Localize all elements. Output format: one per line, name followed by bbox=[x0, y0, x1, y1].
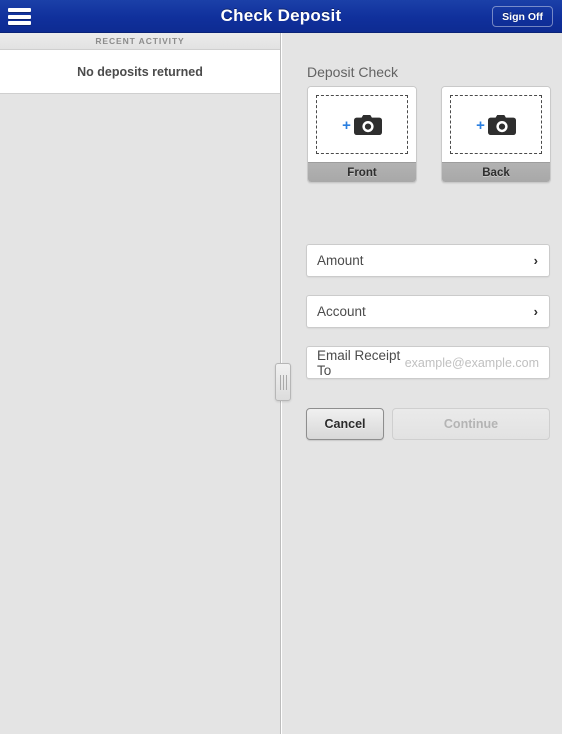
capture-back-label: Back bbox=[442, 162, 550, 182]
hamburger-bar bbox=[8, 8, 31, 12]
email-receipt-field[interactable]: Email Receipt To example@example.com bbox=[306, 346, 550, 379]
deposit-check-title: Deposit Check bbox=[307, 64, 399, 80]
capture-back-tile[interactable]: + Back bbox=[441, 86, 551, 183]
email-receipt-placeholder: example@example.com bbox=[404, 355, 539, 370]
capture-front-tile[interactable]: + Front bbox=[307, 86, 417, 183]
capture-back-dashed-frame: + bbox=[450, 95, 542, 154]
camera-icon bbox=[353, 114, 382, 135]
camera-icon bbox=[487, 114, 516, 135]
email-receipt-label: Email Receipt To bbox=[317, 347, 401, 378]
amount-field-label: Amount bbox=[317, 253, 364, 268]
hamburger-bar bbox=[8, 14, 31, 19]
capture-front-dashed-frame: + bbox=[316, 95, 408, 154]
drag-handle-line bbox=[285, 374, 287, 390]
continue-button: Continue bbox=[392, 408, 550, 440]
top-navigation-bar: Check Deposit Sign Off bbox=[0, 0, 562, 33]
chevron-right-icon: › bbox=[533, 253, 538, 268]
capture-front-label: Front bbox=[308, 162, 416, 182]
recent-activity-header: RECENT ACTIVITY bbox=[0, 33, 280, 50]
plus-icon: + bbox=[342, 116, 351, 134]
account-field[interactable]: Account › bbox=[306, 295, 550, 328]
app-root: Check Deposit Sign Off RECENT ACTIVITY N… bbox=[0, 0, 562, 750]
page-title: Check Deposit bbox=[220, 6, 342, 25]
capture-back-area[interactable]: + bbox=[442, 87, 550, 162]
plus-icon: + bbox=[476, 116, 485, 134]
bottom-strip bbox=[0, 734, 562, 750]
sign-off-button[interactable]: Sign Off bbox=[492, 6, 553, 27]
drag-handle-line bbox=[282, 374, 284, 390]
deposit-check-panel: Deposit Check + Front + Back bbox=[275, 33, 562, 734]
empty-state-message: No deposits returned bbox=[77, 64, 203, 79]
capture-front-area[interactable]: + bbox=[308, 87, 416, 162]
drag-handle-icon[interactable] bbox=[275, 363, 291, 401]
cancel-button[interactable]: Cancel bbox=[306, 408, 384, 440]
account-field-label: Account bbox=[317, 304, 366, 319]
amount-field[interactable]: Amount › bbox=[306, 244, 550, 277]
list-item: No deposits returned bbox=[0, 50, 280, 94]
check-capture-row: + Front + Back bbox=[307, 86, 551, 183]
hamburger-menu-icon[interactable] bbox=[8, 7, 31, 26]
chevron-right-icon: › bbox=[533, 304, 538, 319]
drag-handle-line bbox=[279, 374, 281, 390]
recent-activity-panel: RECENT ACTIVITY No deposits returned bbox=[0, 33, 281, 734]
section-header-label: RECENT ACTIVITY bbox=[95, 36, 185, 46]
hamburger-bar bbox=[8, 21, 31, 25]
